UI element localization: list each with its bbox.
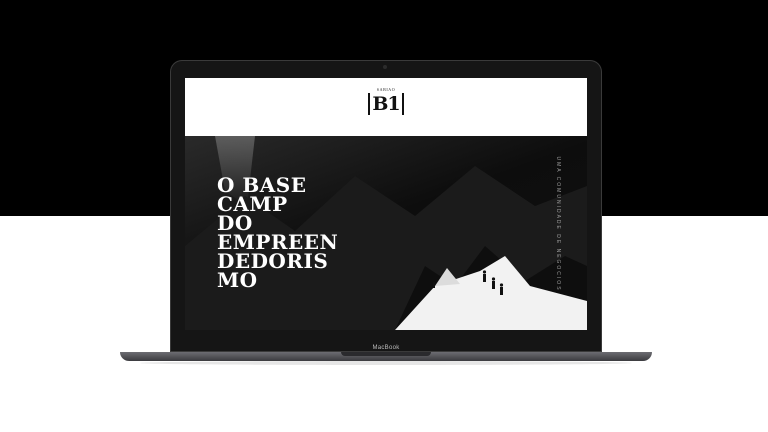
laptop-notch — [341, 352, 431, 356]
camera-dot — [383, 65, 387, 69]
hero-section: O BASE CAMP DO EMPREEN DEDORIS MO UMA CO… — [185, 136, 587, 330]
laptop-shadow — [140, 361, 632, 365]
site-header: SABIAO B1 — [185, 78, 587, 136]
logo-mark: B1 — [368, 93, 404, 115]
hero-headline: O BASE CAMP DO EMPREEN DEDORIS MO — [217, 175, 338, 292]
laptop-display: SABIAO B1 O BASE CAMP DO EMPREEN DEDORIS… — [170, 60, 602, 352]
vertical-tagline: UMA COMUNIDADE DE NEGOCIOS — [555, 156, 561, 292]
headline-line: MO — [217, 268, 258, 292]
device-brand-label: MacBook — [372, 345, 400, 351]
website-screen: SABIAO B1 O BASE CAMP DO EMPREEN DEDORIS… — [185, 78, 587, 330]
site-logo[interactable]: SABIAO B1 — [366, 87, 406, 115]
